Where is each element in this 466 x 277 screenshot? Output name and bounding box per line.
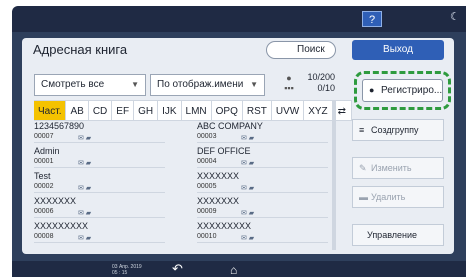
register-highlight: [354, 71, 451, 110]
view-filter-select[interactable]: Смотреть все ▼: [34, 74, 146, 96]
pencil-icon: ✎: [359, 163, 367, 173]
system-top-bar: [12, 6, 466, 32]
tab-cd[interactable]: CD: [88, 100, 113, 121]
entry-name: 1234567890: [34, 121, 85, 131]
tab-ab[interactable]: AB: [66, 100, 89, 121]
page-title: Адресная книга: [33, 42, 128, 57]
entry-number: 00004: [197, 158, 217, 165]
search-button[interactable]: Поиск: [266, 41, 336, 59]
energy-saver-icon[interactable]: ☾: [450, 10, 460, 23]
list-item[interactable]: Test 00002 ✉ ▰: [34, 171, 165, 193]
delete-label: Удалить: [371, 192, 406, 202]
entry-name: ABC COMPANY: [197, 121, 263, 131]
view-filter-value: Смотреть все: [41, 79, 105, 90]
list-scrollbar[interactable]: [332, 100, 336, 250]
entry-name: Admin: [34, 146, 60, 156]
entry-number: 00003: [197, 133, 217, 140]
entry-number: 00002: [34, 183, 54, 190]
entry-number: 00009: [197, 208, 217, 215]
system-bottom-bar: [12, 261, 466, 277]
back-icon[interactable]: ↶: [172, 261, 183, 277]
trash-icon: ▬: [359, 192, 368, 202]
mail-folder-icon: ✉ ▰: [241, 160, 255, 167]
tab-frequent[interactable]: Част.: [34, 100, 67, 121]
sort-value: По отображ.имени: [157, 79, 244, 90]
entry-name: XXXXXXX: [197, 171, 240, 181]
group-add-icon: ≡: [359, 125, 365, 135]
registered-users-icon: ● ▪▪▪: [284, 73, 294, 93]
mail-folder-icon: ✉ ▰: [78, 160, 92, 167]
list-item[interactable]: Admin 00001 ✉ ▰: [34, 146, 165, 168]
list-item[interactable]: XXXXXXXXX 00010 ✉ ▰: [197, 221, 328, 243]
entry-count: 10/200 0/10: [305, 72, 335, 94]
entry-count-total: 10/200: [307, 72, 335, 82]
entry-name: Test: [34, 171, 51, 181]
time-text: 05 : 15: [112, 270, 128, 276]
tab-xyz[interactable]: XYZ: [304, 100, 333, 121]
entry-number: 00005: [197, 183, 217, 190]
entry-count-selected: 0/10: [317, 83, 335, 93]
entry-number: 00006: [34, 208, 54, 215]
manage-button[interactable]: Управление: [352, 224, 444, 246]
tab-opq[interactable]: OPQ: [211, 100, 243, 121]
entry-name: DEF OFFICE: [197, 146, 251, 156]
edit-button[interactable]: ✎ Изменить: [352, 157, 444, 179]
entry-number: 00010: [197, 233, 217, 240]
entry-number: 00001: [34, 158, 54, 165]
entry-number: 00007: [34, 133, 54, 140]
list-item[interactable]: ABC COMPANY 00003 ✉ ▰: [197, 121, 328, 143]
mail-folder-icon: ✉ ▰: [78, 135, 92, 142]
mail-folder-icon: ✉ ▰: [241, 235, 255, 242]
tab-uvw[interactable]: UVW: [271, 100, 305, 121]
tab-ef[interactable]: EF: [112, 100, 135, 121]
create-group-button[interactable]: ≡ Создгруппу: [352, 119, 444, 141]
date-time: 03 Апр. 2019 05 : 15: [112, 264, 142, 276]
help-button[interactable]: ?: [362, 11, 382, 27]
tab-rst[interactable]: RST: [242, 100, 272, 121]
entry-name: XXXXXXX: [34, 196, 77, 206]
tab-ijk[interactable]: IJK: [158, 100, 182, 121]
list-item[interactable]: DEF OFFICE 00004 ✉ ▰: [197, 146, 328, 168]
delete-button[interactable]: ▬ Удалить: [352, 186, 444, 208]
list-item[interactable]: XXXXXXX 00006 ✉ ▰: [34, 196, 165, 218]
mail-folder-icon: ✉ ▰: [78, 210, 92, 217]
list-item[interactable]: XXXXXXX 00005 ✉ ▰: [197, 171, 328, 193]
home-icon[interactable]: ⌂: [230, 263, 237, 277]
tab-lmn[interactable]: LMN: [181, 100, 212, 121]
exit-button[interactable]: Выход: [352, 40, 444, 60]
index-tabs: Част. AB CD EF GH IJK LMN OPQ RST UVW XY…: [34, 100, 353, 121]
chevron-down-icon: ▼: [131, 80, 139, 89]
list-item[interactable]: 1234567890 00007 ✉ ▰: [34, 121, 165, 143]
chevron-down-icon: ▼: [250, 80, 258, 89]
mail-folder-icon: ✉ ▰: [78, 185, 92, 192]
mail-folder-icon: ✉ ▰: [78, 235, 92, 242]
entry-name: XXXXXXX: [197, 196, 240, 206]
sort-select[interactable]: По отображ.имени ▼: [150, 74, 265, 96]
entry-name: XXXXXXXXX: [197, 221, 252, 231]
mail-folder-icon: ✉ ▰: [241, 185, 255, 192]
create-group-label: Создгруппу: [371, 125, 419, 135]
list-item[interactable]: XXXXXXXXX 00008 ✉ ▰: [34, 221, 165, 243]
list-item[interactable]: XXXXXXX 00009 ✉ ▰: [197, 196, 328, 218]
edit-label: Изменить: [371, 163, 412, 173]
entry-number: 00008: [34, 233, 54, 240]
tab-gh[interactable]: GH: [134, 100, 159, 121]
mail-folder-icon: ✉ ▰: [241, 210, 255, 217]
entry-name: XXXXXXXXX: [34, 221, 89, 231]
mail-folder-icon: ✉ ▰: [241, 135, 255, 142]
